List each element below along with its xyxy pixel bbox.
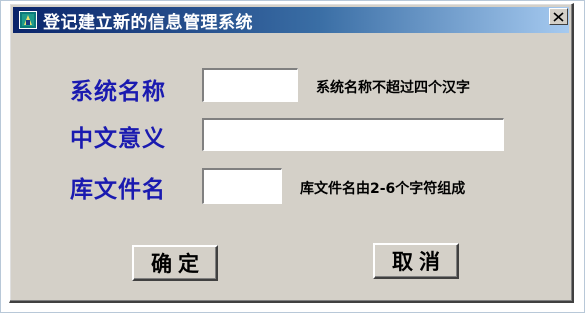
library-file-name-input[interactable] bbox=[202, 168, 282, 204]
chinese-meaning-input[interactable] bbox=[202, 118, 504, 151]
system-name-hint: 系统名称不超过四个汉字 bbox=[316, 80, 470, 96]
system-name-label: 系统名称 bbox=[70, 79, 166, 105]
library-file-name-hint: 库文件名由2-6个字符组成 bbox=[300, 181, 466, 197]
cancel-button[interactable]: 取消 bbox=[373, 243, 459, 279]
close-icon bbox=[553, 11, 564, 22]
chinese-meaning-label: 中文意义 bbox=[70, 126, 166, 152]
window-title: 登记建立新的信息管理系统 bbox=[43, 12, 253, 33]
dialog-window: 登记建立新的信息管理系统 系统名称 系统名称不超过四个汉字 中文意义 库文件名 … bbox=[9, 3, 574, 303]
system-name-input[interactable] bbox=[202, 68, 298, 102]
library-file-name-label: 库文件名 bbox=[70, 177, 166, 203]
close-button[interactable] bbox=[549, 8, 568, 25]
title-bar[interactable]: 登记建立新的信息管理系统 bbox=[13, 7, 569, 33]
app-icon bbox=[19, 11, 37, 29]
ok-button[interactable]: 确定 bbox=[132, 245, 218, 281]
